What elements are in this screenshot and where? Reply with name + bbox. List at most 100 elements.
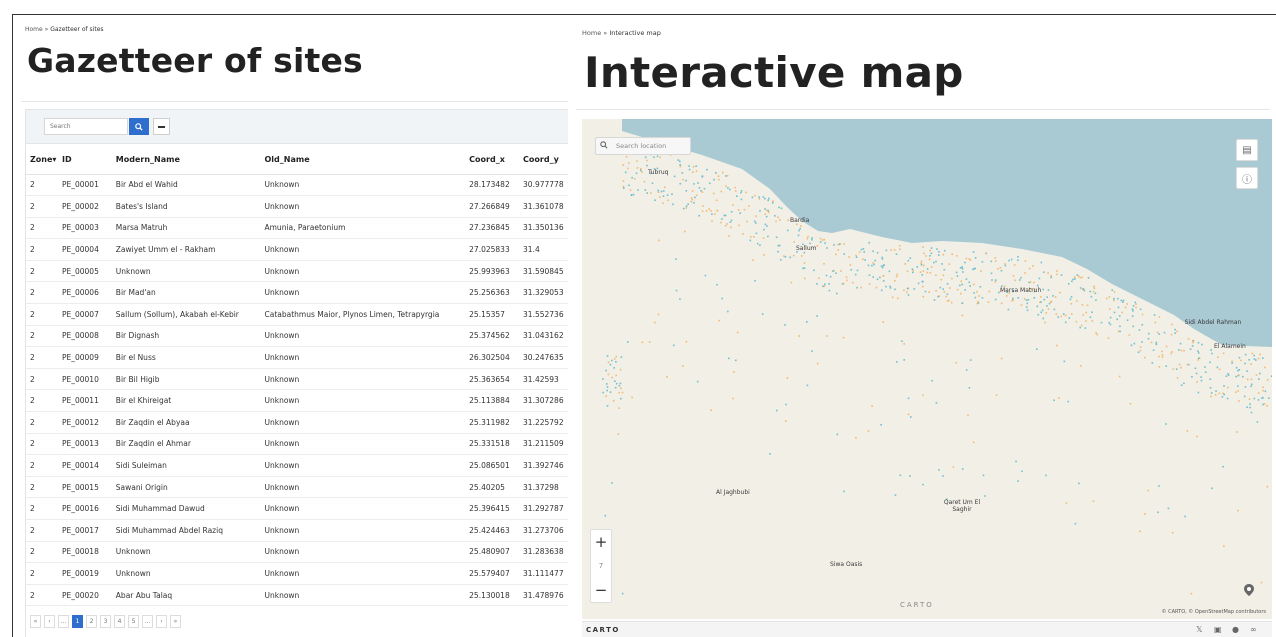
site-marker[interactable] xyxy=(728,357,730,360)
site-marker[interactable] xyxy=(755,215,757,217)
site-marker[interactable] xyxy=(875,286,878,289)
site-marker[interactable] xyxy=(1238,356,1241,359)
site-marker[interactable] xyxy=(988,290,991,293)
site-marker[interactable] xyxy=(1165,365,1168,367)
site-marker[interactable] xyxy=(624,171,627,174)
site-marker[interactable] xyxy=(960,292,962,295)
site-marker[interactable] xyxy=(1004,264,1007,267)
site-marker[interactable] xyxy=(708,208,710,210)
site-marker[interactable] xyxy=(718,178,720,181)
site-marker[interactable] xyxy=(1076,300,1078,302)
site-marker[interactable] xyxy=(758,196,761,198)
site-marker[interactable] xyxy=(1076,274,1079,276)
site-marker[interactable] xyxy=(895,275,898,278)
site-marker[interactable] xyxy=(1174,328,1176,331)
site-marker[interactable] xyxy=(733,371,735,373)
site-marker[interactable] xyxy=(913,288,916,290)
site-marker[interactable] xyxy=(1204,371,1207,373)
site-marker[interactable] xyxy=(1257,399,1260,401)
site-marker[interactable] xyxy=(885,249,888,252)
site-marker[interactable] xyxy=(1200,379,1203,382)
site-marker[interactable] xyxy=(1244,386,1247,388)
site-marker[interactable] xyxy=(768,211,770,214)
site-marker[interactable] xyxy=(730,226,732,229)
site-marker[interactable] xyxy=(1033,297,1036,299)
site-marker[interactable] xyxy=(1257,392,1260,394)
site-marker[interactable] xyxy=(943,249,946,252)
site-marker[interactable] xyxy=(811,238,813,241)
site-marker[interactable] xyxy=(606,389,608,392)
site-marker[interactable] xyxy=(1262,386,1264,389)
site-marker[interactable] xyxy=(929,249,931,252)
site-marker[interactable] xyxy=(754,279,756,282)
site-marker[interactable] xyxy=(1015,460,1017,463)
site-marker[interactable] xyxy=(1222,352,1225,355)
site-marker[interactable] xyxy=(1093,287,1096,289)
site-marker[interactable] xyxy=(920,262,922,265)
site-marker[interactable] xyxy=(727,187,729,189)
site-marker[interactable] xyxy=(881,266,884,269)
site-marker[interactable] xyxy=(1085,320,1087,322)
site-marker[interactable] xyxy=(1006,295,1008,297)
site-marker[interactable] xyxy=(959,267,962,269)
site-marker[interactable] xyxy=(938,250,940,253)
site-marker[interactable] xyxy=(1096,333,1099,336)
site-marker[interactable] xyxy=(1132,305,1135,307)
site-marker[interactable] xyxy=(952,466,955,468)
site-marker[interactable] xyxy=(1223,545,1225,547)
site-marker[interactable] xyxy=(835,253,837,256)
site-marker[interactable] xyxy=(921,274,923,276)
interactive-map[interactable]: Search location ▤ ⓘ Tubruq Bardia Sallum… xyxy=(582,119,1272,619)
site-marker[interactable] xyxy=(711,213,713,215)
site-marker[interactable] xyxy=(694,196,696,199)
site-marker[interactable] xyxy=(653,156,655,158)
site-marker[interactable] xyxy=(745,191,747,194)
site-marker[interactable] xyxy=(965,278,968,280)
site-marker[interactable] xyxy=(1186,363,1189,366)
site-marker[interactable] xyxy=(1179,342,1182,345)
site-marker[interactable] xyxy=(1116,318,1118,321)
site-marker[interactable] xyxy=(690,200,693,203)
site-marker[interactable] xyxy=(607,373,610,376)
site-marker[interactable] xyxy=(909,475,911,477)
site-marker[interactable] xyxy=(1040,296,1042,298)
site-marker[interactable] xyxy=(716,210,719,212)
site-marker[interactable] xyxy=(704,274,707,277)
site-marker[interactable] xyxy=(651,182,654,185)
site-marker[interactable] xyxy=(828,283,830,285)
site-marker[interactable] xyxy=(766,225,768,227)
site-marker[interactable] xyxy=(836,292,838,295)
site-marker[interactable] xyxy=(784,420,787,422)
site-marker[interactable] xyxy=(664,186,666,189)
site-marker[interactable] xyxy=(614,386,617,389)
site-marker[interactable] xyxy=(867,430,870,432)
site-marker[interactable] xyxy=(1081,288,1084,291)
site-marker[interactable] xyxy=(889,287,892,289)
site-marker[interactable] xyxy=(843,490,845,493)
site-marker[interactable] xyxy=(976,302,979,305)
site-marker[interactable] xyxy=(1204,366,1206,368)
site-marker[interactable] xyxy=(1209,361,1211,364)
site-marker[interactable] xyxy=(1198,357,1200,359)
site-marker[interactable] xyxy=(1234,391,1237,393)
site-marker[interactable] xyxy=(703,187,706,190)
site-marker[interactable] xyxy=(1197,359,1199,361)
site-marker[interactable] xyxy=(636,167,639,169)
site-marker[interactable] xyxy=(1266,485,1269,488)
site-marker[interactable] xyxy=(644,156,647,159)
site-marker[interactable] xyxy=(1250,378,1253,381)
site-marker[interactable] xyxy=(1017,480,1019,482)
link-icon[interactable]: ∞ xyxy=(1250,625,1257,634)
site-marker[interactable] xyxy=(631,176,633,179)
site-marker[interactable] xyxy=(836,433,839,436)
site-marker[interactable] xyxy=(1248,398,1251,400)
site-marker[interactable] xyxy=(693,183,695,185)
site-marker[interactable] xyxy=(1012,275,1015,277)
site-marker[interactable] xyxy=(935,289,937,292)
site-marker[interactable] xyxy=(823,263,825,265)
site-marker[interactable] xyxy=(715,172,717,174)
site-marker[interactable] xyxy=(705,210,708,212)
site-marker[interactable] xyxy=(1079,276,1082,279)
site-marker[interactable] xyxy=(931,379,933,382)
site-marker[interactable] xyxy=(880,424,882,426)
